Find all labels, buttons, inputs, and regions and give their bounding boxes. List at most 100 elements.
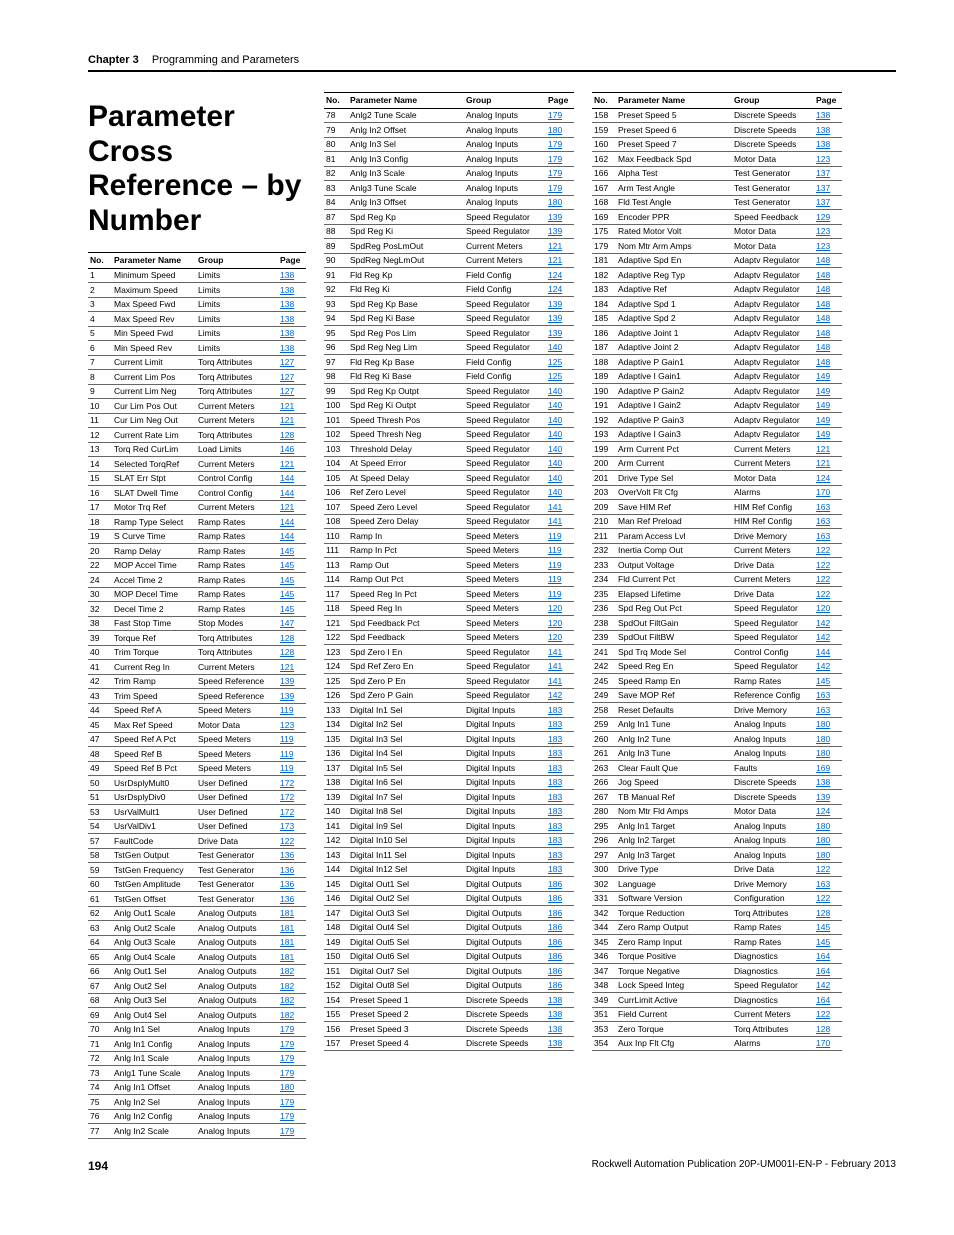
page-link[interactable]: 140	[548, 342, 562, 352]
page-link[interactable]: 122	[816, 574, 830, 584]
page-link[interactable]: 146	[280, 444, 294, 454]
page-link[interactable]: 172	[280, 778, 294, 788]
page-link[interactable]: 179	[548, 139, 562, 149]
page-link[interactable]: 136	[280, 879, 294, 889]
page-link[interactable]: 140	[548, 400, 562, 410]
page-link[interactable]: 138	[280, 285, 294, 295]
page-link[interactable]: 180	[816, 719, 830, 729]
page-link[interactable]: 123	[816, 241, 830, 251]
page-link[interactable]: 180	[816, 734, 830, 744]
page-link[interactable]: 125	[548, 357, 562, 367]
page-link[interactable]: 179	[280, 1039, 294, 1049]
page-link[interactable]: 183	[548, 792, 562, 802]
page-link[interactable]: 181	[280, 908, 294, 918]
page-link[interactable]: 120	[548, 603, 562, 613]
page-link[interactable]: 140	[548, 473, 562, 483]
page-link[interactable]: 183	[548, 734, 562, 744]
page-link[interactable]: 138	[548, 1024, 562, 1034]
page-link[interactable]: 144	[280, 531, 294, 541]
page-link[interactable]: 139	[816, 792, 830, 802]
page-link[interactable]: 138	[548, 1038, 562, 1048]
page-link[interactable]: 172	[280, 792, 294, 802]
page-link[interactable]: 124	[548, 284, 562, 294]
page-link[interactable]: 139	[280, 676, 294, 686]
page-link[interactable]: 136	[280, 865, 294, 875]
page-link[interactable]: 169	[816, 763, 830, 773]
page-link[interactable]: 139	[548, 212, 562, 222]
page-link[interactable]: 127	[280, 386, 294, 396]
page-link[interactable]: 142	[816, 618, 830, 628]
page-link[interactable]: 145	[816, 937, 830, 947]
page-link[interactable]: 121	[548, 241, 562, 251]
page-link[interactable]: 137	[816, 197, 830, 207]
page-link[interactable]: 183	[548, 763, 562, 773]
page-link[interactable]: 140	[548, 386, 562, 396]
page-link[interactable]: 148	[816, 342, 830, 352]
page-link[interactable]: 164	[816, 951, 830, 961]
page-link[interactable]: 180	[816, 835, 830, 845]
page-link[interactable]: 140	[548, 415, 562, 425]
page-link[interactable]: 186	[548, 879, 562, 889]
page-link[interactable]: 179	[280, 1024, 294, 1034]
page-link[interactable]: 183	[548, 806, 562, 816]
page-link[interactable]: 181	[280, 952, 294, 962]
page-link[interactable]: 182	[280, 981, 294, 991]
page-link[interactable]: 122	[816, 545, 830, 555]
page-link[interactable]: 180	[816, 850, 830, 860]
page-link[interactable]: 127	[280, 372, 294, 382]
page-link[interactable]: 121	[280, 459, 294, 469]
page-link[interactable]: 144	[280, 473, 294, 483]
page-link[interactable]: 125	[548, 371, 562, 381]
page-link[interactable]: 179	[548, 110, 562, 120]
page-link[interactable]: 122	[816, 893, 830, 903]
page-link[interactable]: 170	[816, 1038, 830, 1048]
page-link[interactable]: 122	[816, 1009, 830, 1019]
page-link[interactable]: 142	[548, 690, 562, 700]
page-link[interactable]: 140	[548, 444, 562, 454]
page-link[interactable]: 119	[280, 705, 294, 715]
page-link[interactable]: 138	[280, 270, 294, 280]
page-link[interactable]: 180	[816, 821, 830, 831]
page-link[interactable]: 121	[816, 458, 830, 468]
page-link[interactable]: 122	[816, 560, 830, 570]
page-link[interactable]: 122	[816, 864, 830, 874]
page-link[interactable]: 141	[548, 661, 562, 671]
page-link[interactable]: 179	[548, 183, 562, 193]
page-link[interactable]: 183	[548, 748, 562, 758]
page-link[interactable]: 180	[280, 1082, 294, 1092]
page-link[interactable]: 179	[280, 1053, 294, 1063]
page-link[interactable]: 164	[816, 995, 830, 1005]
page-link[interactable]: 137	[816, 183, 830, 193]
page-link[interactable]: 180	[548, 197, 562, 207]
page-link[interactable]: 145	[280, 546, 294, 556]
page-link[interactable]: 148	[816, 255, 830, 265]
page-link[interactable]: 164	[816, 966, 830, 976]
page-link[interactable]: 149	[816, 386, 830, 396]
page-link[interactable]: 186	[548, 966, 562, 976]
page-link[interactable]: 127	[280, 357, 294, 367]
page-link[interactable]: 149	[816, 400, 830, 410]
page-link[interactable]: 181	[280, 923, 294, 933]
page-link[interactable]: 119	[280, 763, 294, 773]
page-link[interactable]: 186	[548, 937, 562, 947]
page-link[interactable]: 136	[280, 894, 294, 904]
page-link[interactable]: 182	[280, 966, 294, 976]
page-link[interactable]: 124	[548, 270, 562, 280]
page-link[interactable]: 121	[280, 662, 294, 672]
page-link[interactable]: 179	[280, 1097, 294, 1107]
page-link[interactable]: 136	[280, 850, 294, 860]
page-link[interactable]: 140	[548, 429, 562, 439]
page-link[interactable]: 119	[280, 749, 294, 759]
page-link[interactable]: 138	[816, 139, 830, 149]
page-link[interactable]: 173	[280, 821, 294, 831]
page-link[interactable]: 128	[816, 1024, 830, 1034]
page-link[interactable]: 163	[816, 531, 830, 541]
page-link[interactable]: 148	[816, 284, 830, 294]
page-link[interactable]: 121	[548, 255, 562, 265]
page-link[interactable]: 128	[280, 430, 294, 440]
page-link[interactable]: 179	[280, 1068, 294, 1078]
page-link[interactable]: 121	[816, 444, 830, 454]
page-link[interactable]: 145	[280, 589, 294, 599]
page-link[interactable]: 138	[816, 110, 830, 120]
page-link[interactable]: 142	[816, 980, 830, 990]
